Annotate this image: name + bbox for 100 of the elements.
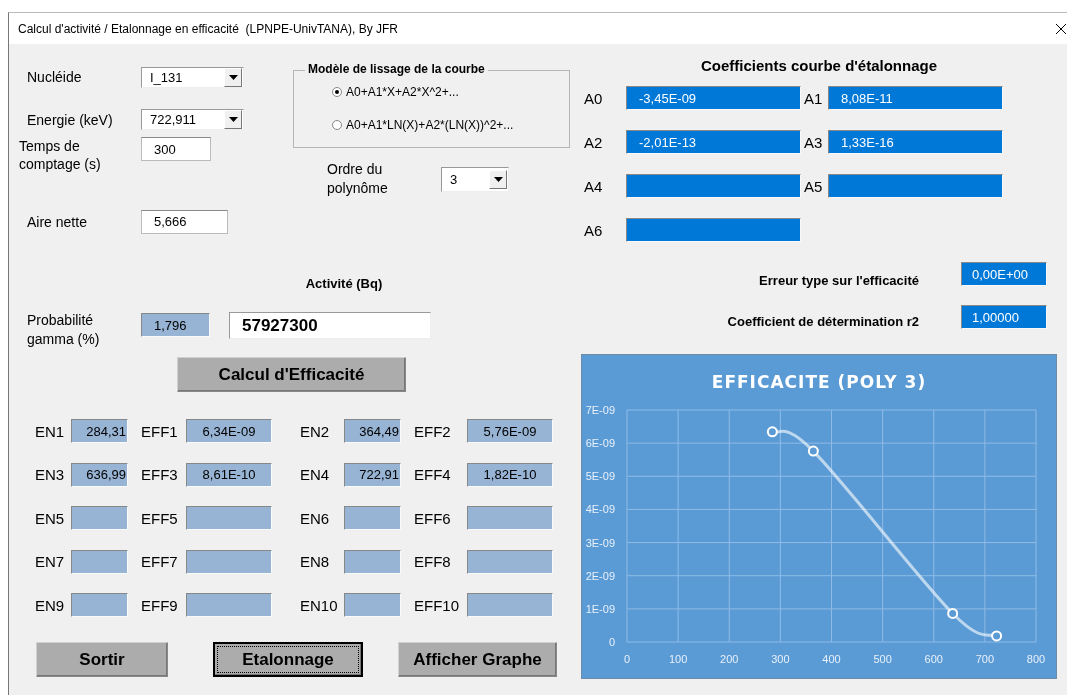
close-icon[interactable] [1055, 22, 1067, 35]
field-label: EFF5 [140, 509, 179, 527]
button[interactable]: Afficher Graphe [398, 642, 557, 677]
field-label: EN1 [35, 422, 66, 440]
field-label: Nucléide [26, 69, 83, 85]
field-label: EN7 [35, 553, 66, 570]
button[interactable]: Etalonnage [213, 642, 363, 677]
axis-label: 0 [623, 653, 631, 665]
axis-label: 2E-09 [585, 569, 615, 582]
field-label: EFF1 [140, 422, 179, 440]
axis-label: 3E-09 [585, 536, 615, 549]
radio-label: A0+A1*X+A2*X^2+... [346, 85, 459, 99]
coefficient-label: A5 [803, 177, 824, 195]
section-title: Coefficients courbe d'étalonnage [699, 57, 939, 74]
field-label: EFF8 [413, 553, 452, 570]
input-field[interactable]: 5,666 [141, 209, 228, 234]
value-field: -2,01E-13 [626, 130, 801, 154]
value-field: 8,61E-10 [186, 462, 272, 487]
input-field[interactable]: 300 [141, 137, 211, 161]
axis-label: 700 [975, 653, 995, 665]
field-label: Temps de comptage (s) [19, 137, 102, 173]
field-label: Erreur type sur l'efficacité [759, 272, 919, 288]
value-field [71, 506, 128, 530]
value-field: 57927300 [229, 312, 431, 339]
value-field: -3,45E-09 [626, 86, 801, 110]
coefficient-label: A0 [583, 89, 604, 107]
field-label: EN2 [299, 422, 331, 440]
axis-label: 5E-09 [585, 470, 615, 483]
data-point [766, 426, 778, 438]
axis-label: 200 [720, 653, 739, 665]
axis-label: 1E-09 [585, 602, 615, 615]
field-label: EN4 [299, 466, 331, 483]
value-field [344, 593, 401, 617]
dropdown[interactable]: 3 [441, 166, 509, 192]
field-label: EFF4 [413, 466, 452, 483]
axis-label: 400 [822, 653, 841, 665]
field-label: EFF3 [140, 466, 179, 483]
value-field: 5,76E-09 [467, 419, 553, 443]
axis-label: 100 [668, 653, 688, 665]
value-field: 284,31 [71, 419, 128, 443]
radio-button[interactable] [332, 87, 342, 97]
field-label: Ordre du polynôme [327, 160, 389, 198]
axis-label: 4E-09 [585, 503, 615, 516]
value-field: 364,49 [344, 419, 401, 443]
value-field [344, 549, 401, 574]
field-label: Probabilité gamma (%) [26, 311, 101, 349]
section-title: Activité (Bq) [304, 276, 384, 293]
field-label: Coefficient de détermination r2 [727, 313, 919, 329]
field-label: EFF2 [413, 422, 452, 440]
field-label: EN8 [299, 553, 331, 570]
data-point [807, 445, 819, 457]
value-field: 1,82E-10 [467, 462, 553, 487]
dropdown[interactable]: 722,911 [141, 109, 244, 130]
value-field: 722,91 [344, 462, 401, 487]
chart-title: EFFICACITE (POLY 3) [711, 372, 927, 392]
axis-label: 7E-09 [585, 404, 615, 416]
coefficient-label: A1 [803, 89, 824, 107]
caret-icon [493, 176, 503, 182]
field-label: EN5 [35, 509, 66, 527]
calculate-button[interactable]: Calcul d'Efficacité [177, 357, 406, 392]
value-field [344, 506, 401, 530]
field-label: EFF10 [413, 596, 460, 614]
field-label: EN3 [35, 466, 66, 483]
field-label: EFF9 [140, 596, 179, 614]
data-point [947, 607, 959, 619]
value-field: 1,796 [141, 313, 210, 337]
value-field [71, 593, 128, 617]
data-point [991, 630, 1003, 642]
field-label: EFF7 [140, 553, 179, 570]
field-label: Aire nette [26, 213, 88, 230]
caret-icon [228, 117, 238, 122]
radio-button[interactable] [332, 120, 342, 130]
axis-label: 0 [608, 636, 615, 648]
coefficient-label: A3 [803, 133, 824, 151]
field-label: EN9 [35, 596, 66, 614]
coefficient-label: A4 [583, 177, 604, 195]
coefficient-label: A2 [583, 133, 604, 151]
axis-label: 500 [873, 653, 892, 665]
value-field: 6,34E-09 [186, 419, 272, 443]
field-label: Energie (keV) [26, 111, 114, 128]
field-label: EN6 [299, 509, 331, 527]
value-field: 636,99 [71, 462, 128, 487]
field-label: EN10 [299, 596, 339, 614]
axis-label: 800 [1026, 653, 1046, 665]
coefficient-label: A6 [583, 221, 604, 239]
window-title: Calcul d'activité / Etalonnage en efficacité (LPNPE-UnivTANA), By JFR [18, 21, 398, 36]
radio-label: A0+A1*LN(X)+A2*(LN(X))^2+... [346, 118, 514, 132]
caret-icon [228, 74, 238, 80]
axis-label: 6E-09 [585, 437, 615, 450]
value-field [71, 549, 128, 574]
dropdown[interactable]: I_131 [141, 66, 244, 88]
value-field: 8,08E-11 [828, 86, 1003, 110]
field-label: EFF6 [413, 509, 452, 527]
axis-label: 300 [771, 653, 790, 665]
value-field: 1,33E-16 [828, 130, 1003, 154]
axis-label: 600 [924, 653, 943, 665]
button[interactable]: Sortir [36, 642, 168, 677]
value-field: 0,00E+00 [961, 262, 1047, 286]
group-title: Modèle de lissage de la courbe [305, 62, 488, 76]
value-field: 1,00000 [961, 305, 1047, 329]
